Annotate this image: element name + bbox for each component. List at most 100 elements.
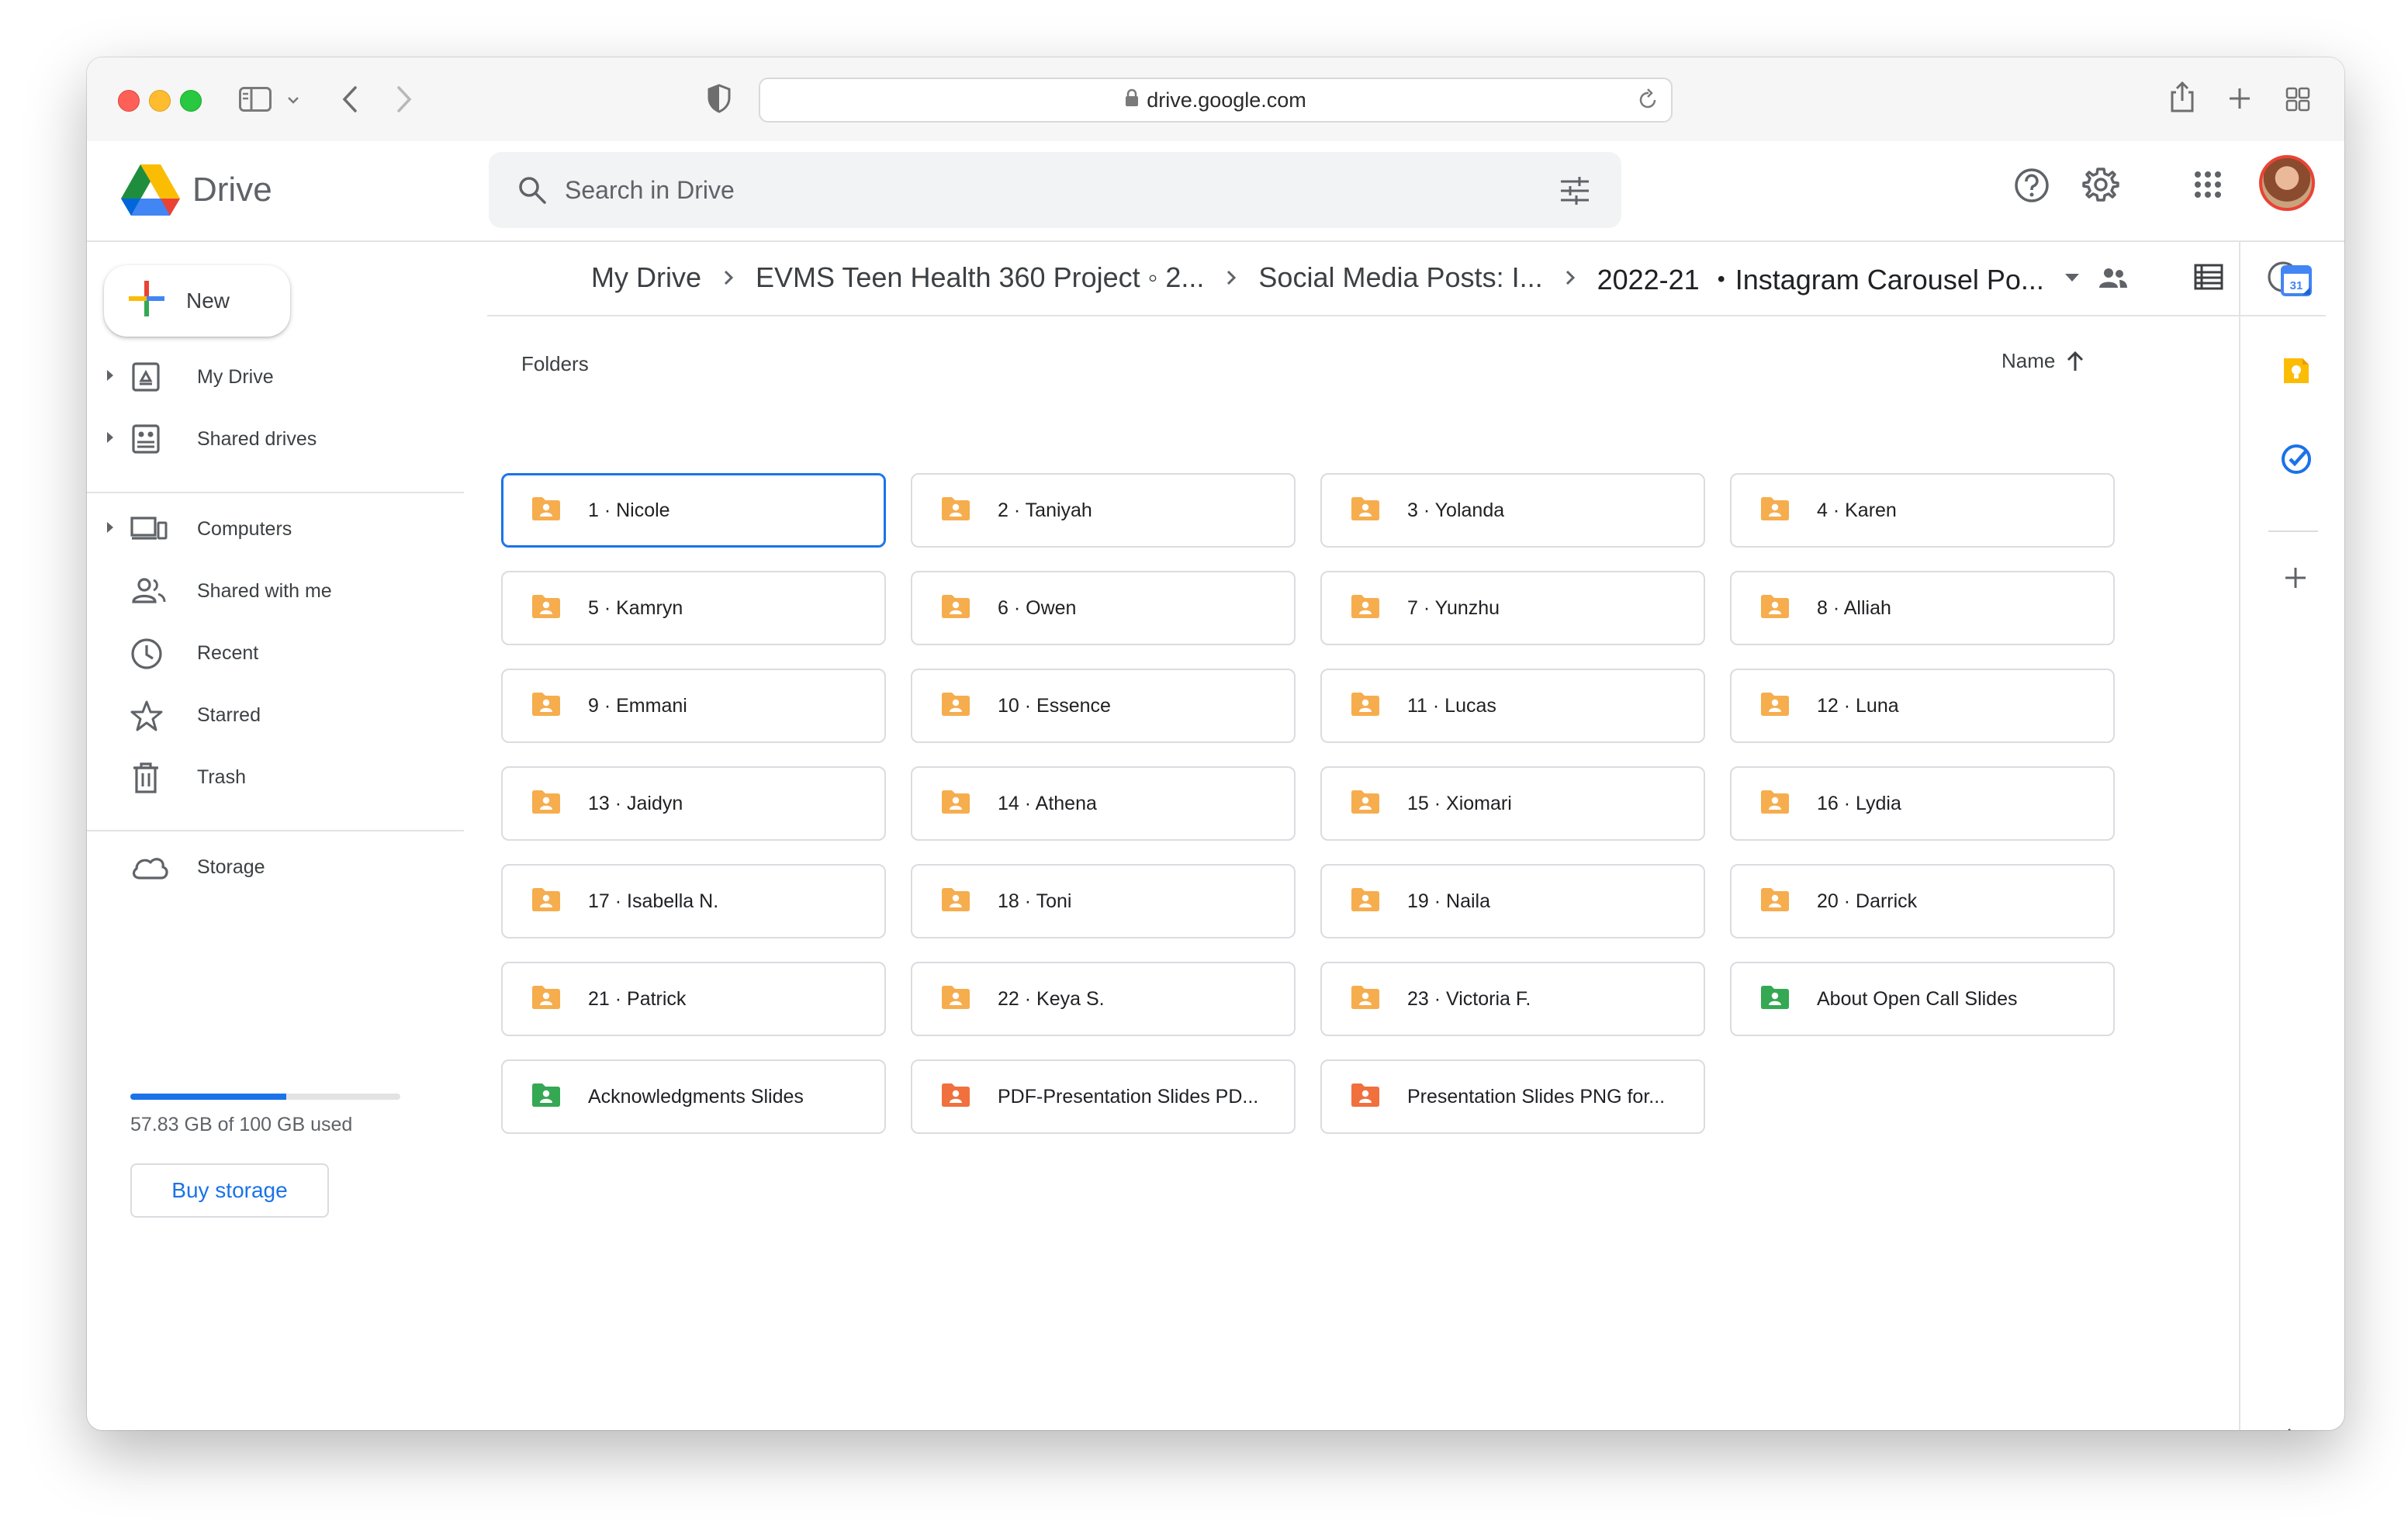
my-drive-icon (130, 361, 161, 396)
new-button[interactable]: New (104, 265, 290, 337)
help-icon[interactable] (2014, 168, 2050, 207)
zoom-window-button[interactable] (180, 90, 202, 112)
trash-icon (130, 762, 161, 798)
folder-tile[interactable]: 15 · Xiomari (1320, 766, 1705, 841)
search-input[interactable] (563, 175, 1497, 206)
folder-tile[interactable]: 14 · Athena (911, 766, 1296, 841)
folder-tile[interactable]: 21 · Patrick (501, 962, 886, 1036)
back-arrow-icon[interactable] (341, 85, 358, 117)
lock-icon (1125, 88, 1139, 112)
sort-by-name-button[interactable]: Name (2001, 349, 2085, 373)
tasks-icon[interactable] (2281, 444, 2312, 479)
folder-tile[interactable]: 6 · Owen (911, 571, 1296, 645)
folder-name: 3 · Yolanda (1407, 499, 1505, 521)
folder-tile[interactable]: 23 · Victoria F. (1320, 962, 1705, 1036)
breadcrumb-current-folder[interactable]: 2022-21 ・Instagram Carousel Po... (1597, 257, 2128, 298)
folder-tile[interactable]: 20 · Darrick (1730, 864, 2115, 938)
folder-tile[interactable]: Presentation Slides PNG for... (1320, 1059, 1705, 1134)
sort-label: Name (2001, 349, 2056, 372)
sidebar-item-computers[interactable]: Computers (87, 504, 506, 554)
shared-folder-icon (531, 985, 562, 1014)
breadcrumb-item-my-drive[interactable]: My Drive (591, 261, 701, 294)
sidebar-item-label: Recent (197, 641, 259, 664)
sidebar-item-trash[interactable]: Trash (87, 752, 506, 802)
folder-tile[interactable]: 13 · Jaidyn (501, 766, 886, 841)
breadcrumb: My Drive EVMS Teen Health 360 Project ◦ … (487, 240, 2326, 316)
shared-folder-icon (1759, 496, 1790, 525)
folder-tile[interactable]: 9 · Emmani (501, 669, 886, 743)
keep-icon[interactable] (2281, 355, 2312, 390)
folder-tile[interactable]: 3 · Yolanda (1320, 473, 1705, 548)
sidebar-item-shared-drives[interactable]: Shared drives (87, 414, 506, 464)
storage-usage-bar (130, 1094, 400, 1100)
expand-caret-icon[interactable] (106, 520, 115, 538)
reload-icon[interactable] (1638, 88, 1659, 116)
account-avatar[interactable] (2259, 155, 2315, 211)
folder-name: Presentation Slides PNG for... (1407, 1085, 1666, 1108)
close-window-button[interactable] (118, 90, 140, 112)
folder-tile[interactable]: 17 · Isabella N. (501, 864, 886, 938)
address-bar[interactable]: drive.google.com (759, 78, 1673, 123)
folder-name: 14 · Athena (998, 792, 1097, 814)
folder-tile[interactable]: 1 · Nicole (501, 473, 886, 548)
expand-caret-icon[interactable] (106, 430, 115, 448)
folder-tile[interactable]: 12 · Luna (1730, 669, 2115, 743)
shared-folder-icon (531, 887, 562, 916)
sidebar-item-recent[interactable]: Recent (87, 628, 506, 678)
folder-tile[interactable]: 7 · Yunzhu (1320, 571, 1705, 645)
breadcrumb-item-social-media[interactable]: Social Media Posts: I... (1258, 261, 1542, 294)
chevron-right-icon[interactable] (2285, 1427, 2299, 1430)
calendar-icon[interactable]: 31 (2281, 265, 2312, 300)
apps-grid-icon[interactable] (2194, 171, 2222, 202)
computers-icon (130, 513, 168, 548)
folder-name: Acknowledgments Slides (588, 1085, 804, 1108)
folder-name: 10 · Essence (998, 694, 1111, 717)
folder-tile[interactable]: 18 · Toni (911, 864, 1296, 938)
add-addon-plus-icon[interactable] (2284, 566, 2307, 593)
folder-tile[interactable]: 2 · Taniyah (911, 473, 1296, 548)
breadcrumb-current-label: 2022-21 ・Instagram Carousel Po... (1597, 264, 2044, 295)
sidebar-item-my-drive[interactable]: My Drive (87, 352, 506, 402)
share-icon[interactable] (2169, 81, 2195, 117)
folder-tile[interactable]: 16 · Lydia (1730, 766, 2115, 841)
sidebar-item-label: Shared with me (197, 579, 332, 602)
folder-tile[interactable]: PDF-Presentation Slides PD... (911, 1059, 1296, 1134)
drive-logo[interactable]: Drive (121, 164, 272, 216)
chevron-down-icon[interactable] (287, 95, 299, 109)
shared-folder-icon (940, 790, 971, 818)
folder-tile[interactable]: Acknowledgments Slides (501, 1059, 886, 1134)
folder-tile[interactable]: 22 · Keya S. (911, 962, 1296, 1036)
tab-overview-icon[interactable] (2285, 87, 2310, 116)
folder-tile[interactable]: 4 · Karen (1730, 473, 2115, 548)
forward-arrow-icon[interactable] (396, 85, 413, 117)
search-bar[interactable] (489, 152, 1621, 228)
privacy-shield-icon[interactable] (708, 84, 731, 117)
folder-name: 22 · Keya S. (998, 987, 1105, 1010)
buy-storage-button[interactable]: Buy storage (130, 1163, 329, 1218)
folder-tile[interactable]: About Open Call Slides (1730, 962, 2115, 1036)
search-icon[interactable] (517, 175, 548, 206)
new-tab-icon[interactable] (2228, 87, 2251, 114)
shared-folder-icon (1759, 887, 1790, 916)
folder-name: 5 · Kamryn (588, 596, 683, 619)
sidebar-toggle-icon[interactable] (239, 87, 272, 116)
folder-name: 12 · Luna (1817, 694, 1899, 717)
list-view-icon[interactable] (2194, 264, 2223, 294)
minimize-window-button[interactable] (149, 90, 171, 112)
shared-folder-icon (940, 887, 971, 916)
search-options-icon[interactable] (1559, 175, 1590, 210)
dropdown-arrow-icon[interactable] (2064, 273, 2080, 282)
folder-tile[interactable]: 19 · Naila (1320, 864, 1705, 938)
expand-caret-icon[interactable] (106, 368, 115, 386)
sidebar-item-shared-with-me[interactable]: Shared with me (87, 566, 506, 616)
folder-tile[interactable]: 5 · Kamryn (501, 571, 886, 645)
sidebar-item-starred[interactable]: Starred (87, 690, 506, 740)
folder-tile[interactable]: 8 · Alliah (1730, 571, 2115, 645)
folder-tile[interactable]: 11 · Lucas (1320, 669, 1705, 743)
browser-window: drive.google.com Drive Search in Drive N… (87, 57, 2344, 1430)
settings-gear-icon[interactable] (2082, 166, 2119, 207)
folder-tile[interactable]: 10 · Essence (911, 669, 1296, 743)
breadcrumb-item-project[interactable]: EVMS Teen Health 360 Project ◦ 2... (756, 261, 1204, 294)
drive-header: Drive (87, 141, 2344, 242)
sidebar-item-storage[interactable]: Storage (87, 842, 506, 892)
